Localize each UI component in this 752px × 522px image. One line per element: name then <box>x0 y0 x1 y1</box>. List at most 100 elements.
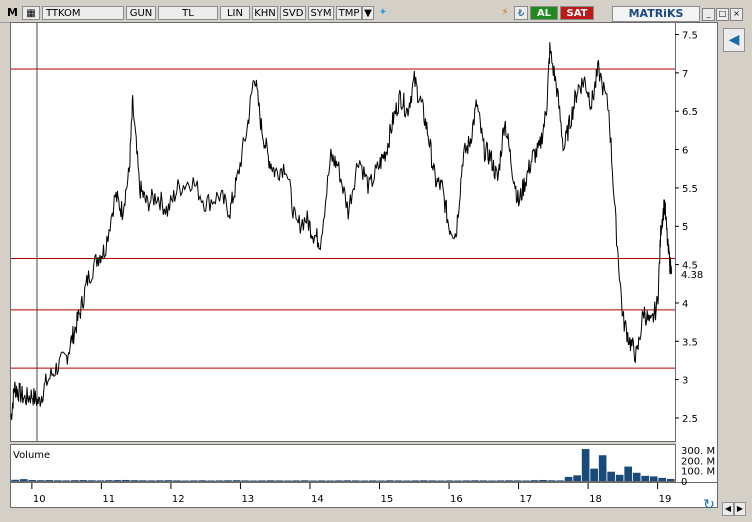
volume-bar <box>437 480 445 481</box>
volume-bar <box>403 480 411 481</box>
volume-bar <box>411 480 420 481</box>
volume-bar <box>394 480 403 481</box>
volume-tick-label: 0 <box>681 477 687 488</box>
volume-bar <box>479 480 488 481</box>
volume-bar <box>19 479 28 481</box>
volume-bar <box>190 480 198 481</box>
x-tick-label: 19 <box>659 494 672 505</box>
volume-bar <box>292 480 301 481</box>
volume-bar <box>173 480 181 481</box>
volume-bar <box>666 478 675 481</box>
volume-bar <box>368 480 377 481</box>
volume-bar <box>241 480 249 481</box>
x-tick-label: 14 <box>311 494 324 505</box>
volume-bar <box>317 480 326 481</box>
volume-bar <box>556 480 564 481</box>
volume-bar <box>156 480 164 481</box>
volume-bar <box>377 480 386 481</box>
volume-bar <box>471 480 479 481</box>
last-value-label: 4.38 <box>681 270 703 281</box>
volume-bar <box>496 480 505 481</box>
volume-bar <box>607 471 615 481</box>
volume-bar <box>505 480 513 481</box>
volume-bar <box>139 480 147 481</box>
volume-bar <box>215 480 224 481</box>
volume-bar <box>28 479 37 481</box>
volume-bar <box>488 480 496 481</box>
volume-bar <box>249 480 258 481</box>
x-tick-label: 13 <box>241 494 254 505</box>
volume-bar <box>454 480 462 481</box>
volume-bar <box>147 480 156 481</box>
volume-bar <box>658 477 667 481</box>
volume-bar <box>641 475 650 481</box>
volume-bar <box>334 480 343 481</box>
volume-bar <box>11 479 20 481</box>
volume-bar <box>590 468 598 481</box>
volume-bar <box>36 480 45 481</box>
price-line <box>10 42 672 421</box>
x-tick-label: 12 <box>172 494 185 505</box>
volume-bar <box>309 480 318 481</box>
volume-bar <box>105 480 113 481</box>
volume-bar <box>624 466 633 481</box>
volume-bar <box>207 480 215 481</box>
chart-svg: 2.533.544.555.566.577.54.3810 11 12 13 14 15 1… <box>10 23 715 505</box>
volume-bar <box>79 480 88 481</box>
y-tick-label: 2.5 <box>682 414 698 425</box>
volume-bar <box>164 480 173 481</box>
volume-bar <box>232 480 241 481</box>
y-tick-label: 7 <box>682 69 688 80</box>
volume-label: Volume <box>13 450 51 461</box>
volume-bar <box>547 480 556 481</box>
volume-bar <box>513 480 522 481</box>
x-tick-label: 16 <box>450 494 463 505</box>
volume-bar <box>122 479 130 481</box>
volume-bar <box>198 480 207 481</box>
volume-bar <box>283 480 292 481</box>
y-tick-label: 6.5 <box>682 107 698 118</box>
x-tick-label: 11 <box>102 494 115 505</box>
volume-bar <box>275 480 283 481</box>
volume-bar <box>300 480 309 481</box>
volume-bar <box>581 449 590 481</box>
volume-bar <box>632 472 641 481</box>
x-tick-label: 15 <box>381 494 394 505</box>
y-tick-label: 6 <box>682 146 688 157</box>
x-tick-label: 17 <box>520 494 533 505</box>
volume-bar <box>62 480 71 481</box>
y-tick-label: 4 <box>682 299 688 310</box>
volume-bar <box>96 480 105 481</box>
volume-bar <box>88 480 96 481</box>
x-tick-label: 10 <box>33 494 46 505</box>
volume-bar <box>615 474 624 481</box>
y-tick-label: 7.5 <box>682 31 698 42</box>
volume-bar <box>326 480 335 481</box>
volume-bar <box>266 480 275 481</box>
volume-bar <box>420 480 428 481</box>
x-tick-label: 18 <box>589 494 602 505</box>
volume-bar <box>530 480 539 481</box>
volume-bar <box>351 480 360 481</box>
y-tick-label: 5.5 <box>682 184 698 195</box>
volume-bar <box>573 475 581 481</box>
volume-bar <box>539 479 547 481</box>
volume-bar <box>258 480 266 481</box>
volume-bar <box>428 480 437 481</box>
volume-bar <box>53 480 62 481</box>
volume-bar <box>462 480 471 481</box>
volume-bar <box>598 455 607 481</box>
volume-bar <box>113 480 122 481</box>
volume-bar <box>564 476 573 481</box>
volume-bar <box>181 480 190 481</box>
volume-bar <box>360 480 369 481</box>
volume-bar <box>385 480 394 481</box>
volume-bar <box>649 476 658 481</box>
y-tick-label: 5 <box>682 222 688 233</box>
volume-bar <box>224 480 232 481</box>
volume-bar <box>45 480 54 481</box>
y-tick-label: 3.5 <box>682 337 698 348</box>
volume-bar <box>130 480 139 481</box>
volume-bar <box>445 480 454 481</box>
volume-bar <box>522 480 530 481</box>
